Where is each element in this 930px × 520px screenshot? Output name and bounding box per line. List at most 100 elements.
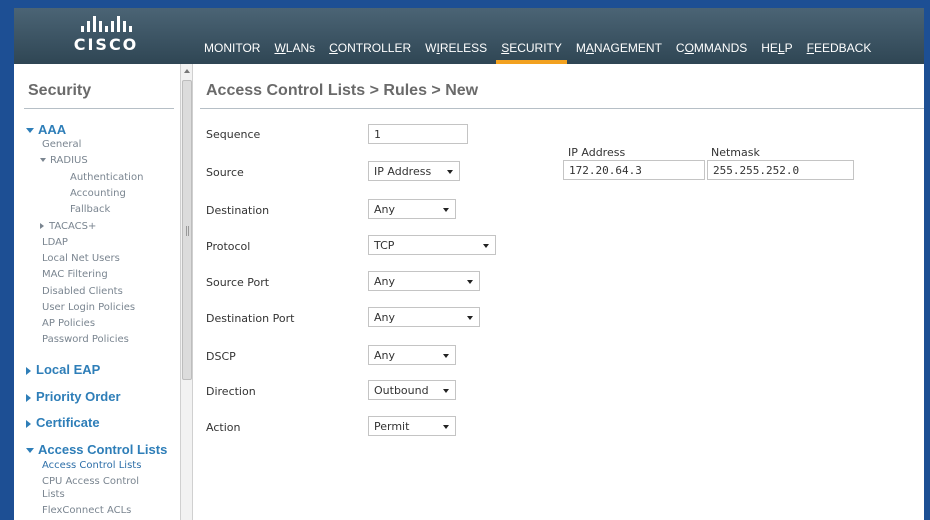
protocol-select-value: TCP <box>374 239 395 252</box>
sidebar-item-user-login-policies[interactable]: User Login Policies <box>42 302 135 313</box>
sidebar-item-ldap[interactable]: LDAP <box>42 237 68 248</box>
sidebar-divider <box>24 108 174 109</box>
dropdown-arrow-icon <box>443 425 449 429</box>
destination-port-label: Destination Port <box>206 312 295 325</box>
scrollbar-thumb[interactable] <box>182 80 192 380</box>
sidebar-section-label: Access Control Lists <box>38 442 168 457</box>
source-netmask-input[interactable]: 255.255.252.0 <box>707 160 854 180</box>
sidebar-section-label: AAA <box>38 122 67 137</box>
destination-port-select[interactable]: Any <box>368 307 480 327</box>
sidebar-item-authentication[interactable]: Authentication <box>70 172 143 183</box>
sequence-label: Sequence <box>206 128 261 141</box>
source-select-value: IP Address <box>374 165 432 178</box>
nav-item-help[interactable]: HELP <box>761 38 792 64</box>
nav-item-commands[interactable]: COMMANDS <box>676 38 747 64</box>
sidebar-section-local-eap[interactable]: Local EAP <box>26 362 100 377</box>
cisco-bars-icon <box>66 16 146 32</box>
sidebar-section-label: Priority Order <box>36 389 121 404</box>
sidebar-title: Security <box>28 82 92 99</box>
direction-label: Direction <box>206 385 256 398</box>
ip-address-header: IP Address <box>568 146 626 159</box>
sidebar-item-ap-policies[interactable]: AP Policies <box>42 318 95 329</box>
sidebar-item-fallback[interactable]: Fallback <box>70 204 110 215</box>
top-bar: CISCO MONITOR WLANs CONTROLLER WIRELESS SECU… <box>14 8 924 64</box>
protocol-select[interactable]: TCP <box>368 235 496 255</box>
dropdown-arrow-icon <box>483 244 489 248</box>
expand-down-icon <box>26 128 34 134</box>
direction-select-value: Outbound <box>374 384 429 397</box>
sidebar-item-mac-filtering[interactable]: MAC Filtering <box>42 269 108 280</box>
sidebar-item-tacacs[interactable]: TACACS+ <box>40 221 96 232</box>
action-select[interactable]: Permit <box>368 416 456 436</box>
sidebar-item-password-policies[interactable]: Password Policies <box>42 334 129 345</box>
sidebar-item-general[interactable]: General <box>42 139 81 150</box>
source-ip-address-input[interactable]: 172.20.64.3 <box>563 160 705 180</box>
expand-right-icon <box>40 223 44 229</box>
sidebar-section-label: Certificate <box>36 415 100 430</box>
sidebar-section-certificate[interactable]: Certificate <box>26 415 100 430</box>
direction-select[interactable]: Outbound <box>368 380 456 400</box>
nav-item-security[interactable]: SECURITY <box>496 38 567 64</box>
main-nav: MONITOR WLANs CONTROLLER WIRELESS SECURITY MA… <box>204 38 885 64</box>
sidebar-item-cpu-acl[interactable]: CPU Access Control Lists <box>42 476 139 500</box>
main-content: Access Control Lists > Rules > New Seque… <box>194 64 924 520</box>
dropdown-arrow-icon <box>443 354 449 358</box>
grip-icon <box>186 226 189 236</box>
dscp-select[interactable]: Any <box>368 345 456 365</box>
sidebar-item-radius[interactable]: RADIUS <box>40 155 88 166</box>
page-title: Access Control Lists > Rules > New <box>206 82 479 99</box>
sidebar-section-priority-order[interactable]: Priority Order <box>26 389 121 404</box>
nav-item-feedback[interactable]: FEEDBACK <box>807 38 872 64</box>
title-divider <box>200 108 924 109</box>
sidebar-item-label: RADIUS <box>50 155 88 166</box>
sequence-input[interactable]: 1 <box>368 124 468 144</box>
cisco-logo[interactable]: CISCO <box>66 16 146 60</box>
netmask-header: Netmask <box>711 146 760 159</box>
protocol-label: Protocol <box>206 240 251 253</box>
destination-select-value: Any <box>374 203 396 216</box>
expand-down-icon <box>26 448 34 454</box>
sidebar-scrollbar[interactable] <box>180 64 193 520</box>
destination-port-select-value: Any <box>374 311 396 324</box>
source-port-select-value: Any <box>374 275 396 288</box>
expand-right-icon <box>26 366 31 375</box>
dscp-select-value: Any <box>374 349 396 362</box>
action-label: Action <box>206 421 241 434</box>
nav-item-wlans[interactable]: WLANs <box>274 38 315 64</box>
nav-item-wireless[interactable]: WIRELESS <box>425 38 487 64</box>
sidebar-item-access-control-lists[interactable]: Access Control Lists <box>42 460 141 471</box>
dropdown-arrow-icon <box>467 280 473 284</box>
dropdown-arrow-icon <box>443 389 449 393</box>
sidebar-section-label: Local EAP <box>36 362 101 377</box>
destination-select[interactable]: Any <box>368 199 456 219</box>
sidebar-item-label-continued: Lists <box>42 489 65 500</box>
nav-item-controller[interactable]: CONTROLLER <box>329 38 411 64</box>
sidebar-section-access-control-lists[interactable]: Access Control Lists <box>26 442 167 457</box>
sidebar-item-label: CPU Access Control <box>42 476 140 487</box>
dscp-label: DSCP <box>206 350 236 363</box>
app-window: CISCO MONITOR WLANs CONTROLLER WIRELESS SECU… <box>14 8 924 520</box>
dropdown-arrow-icon <box>443 208 449 212</box>
expand-right-icon <box>26 393 31 402</box>
source-select[interactable]: IP Address <box>368 161 460 181</box>
destination-label: Destination <box>206 204 270 217</box>
cisco-logo-text: CISCO <box>73 35 139 54</box>
sidebar-item-local-net-users[interactable]: Local Net Users <box>42 253 120 264</box>
sidebar: Security AAA General RADIUS Authenticati… <box>14 64 179 520</box>
sidebar-item-flexconnect-acls[interactable]: FlexConnect ACLs <box>42 505 131 516</box>
nav-item-management[interactable]: MANAGEMENT <box>576 38 662 64</box>
source-port-select[interactable]: Any <box>368 271 480 291</box>
dropdown-arrow-icon <box>467 316 473 320</box>
nav-item-monitor[interactable]: MONITOR <box>204 38 260 64</box>
source-label: Source <box>206 166 244 179</box>
source-port-label: Source Port <box>206 276 270 289</box>
sidebar-item-label: TACACS+ <box>49 221 97 232</box>
expand-down-icon <box>40 158 46 162</box>
sidebar-item-accounting[interactable]: Accounting <box>70 188 126 199</box>
sidebar-section-aaa[interactable]: AAA <box>26 122 66 137</box>
action-select-value: Permit <box>374 420 410 433</box>
expand-right-icon <box>26 419 31 428</box>
dropdown-arrow-icon <box>447 170 453 174</box>
scroll-up-arrow-icon[interactable] <box>184 69 190 73</box>
sidebar-item-disabled-clients[interactable]: Disabled Clients <box>42 286 123 297</box>
